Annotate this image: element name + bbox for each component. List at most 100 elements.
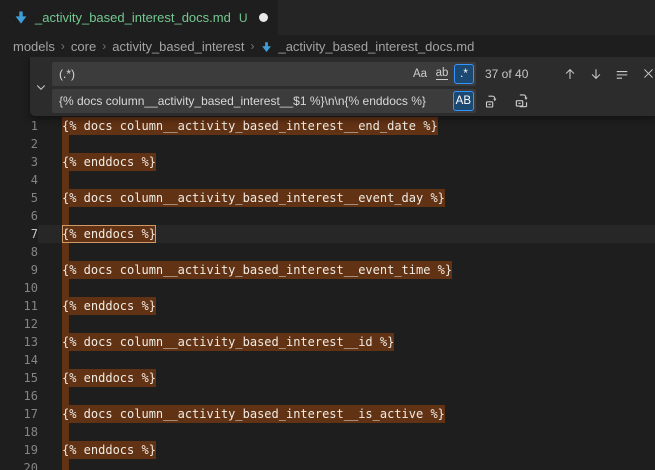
code-line[interactable]: 7 {% enddocs %}: [0, 225, 655, 243]
breadcrumb-file-label: _activity_based_interest_docs.md: [278, 39, 474, 54]
code-line[interactable]: 12: [0, 315, 655, 333]
find-in-selection-button[interactable]: [611, 63, 633, 85]
next-match-button[interactable]: [585, 63, 607, 85]
editor-pane[interactable]: 1 {% docs column__activity_based_interes…: [0, 57, 655, 470]
find-match-text: {% enddocs %}: [62, 369, 156, 387]
line-number: 20: [0, 459, 38, 470]
line-number: 14: [0, 351, 38, 369]
find-input[interactable]: (.*) Aa ab .*: [52, 62, 476, 86]
find-match-text: [62, 387, 69, 405]
replace-input-value: {% docs column__activity_based_interest_…: [59, 94, 453, 108]
line-number: 9: [0, 261, 38, 279]
arrow-up-icon: [563, 67, 577, 81]
match-case-toggle[interactable]: Aa: [410, 64, 430, 84]
find-replace-widget: (.*) Aa ab .* 37 of 40: [30, 57, 655, 116]
code-line[interactable]: 8: [0, 243, 655, 261]
find-match-text: {% docs column__activity_based_interest_…: [62, 405, 445, 423]
replace-icon: [484, 93, 500, 109]
breadcrumb-item-folder[interactable]: activity_based_interest: [112, 39, 244, 54]
find-match-text: [62, 135, 69, 153]
line-number: 8: [0, 243, 38, 261]
find-match-text: {% enddocs %}: [62, 441, 156, 459]
line-number: 16: [0, 387, 38, 405]
code-line[interactable]: 11 {% enddocs %}: [0, 297, 655, 315]
code-line[interactable]: 2: [0, 135, 655, 153]
code-line[interactable]: 6: [0, 207, 655, 225]
line-number: 1: [0, 117, 38, 135]
find-match-text: [62, 459, 69, 470]
preserve-case-toggle[interactable]: AB: [453, 91, 474, 111]
line-number: 19: [0, 441, 38, 459]
replace-input[interactable]: {% docs column__activity_based_interest_…: [52, 89, 476, 113]
code-lines: 1 {% docs column__activity_based_interes…: [0, 57, 655, 470]
whole-word-toggle[interactable]: ab: [432, 64, 452, 84]
close-find-button[interactable]: [637, 63, 655, 85]
code-line[interactable]: 5 {% docs column__activity_based_interes…: [0, 189, 655, 207]
chevron-down-icon: [35, 81, 47, 93]
chevron-right-icon: ›: [61, 39, 65, 53]
git-status-badge: U: [239, 11, 248, 25]
breadcrumb: models › core › activity_based_interest …: [0, 35, 655, 57]
code-line[interactable]: 10: [0, 279, 655, 297]
line-number: 13: [0, 333, 38, 351]
chevron-right-icon: ›: [250, 39, 254, 53]
tab-bar: _activity_based_interest_docs.md U: [0, 0, 655, 35]
line-number: 4: [0, 171, 38, 189]
find-match-text: {% enddocs %}: [62, 297, 156, 315]
code-line[interactable]: 19 {% enddocs %}: [0, 441, 655, 459]
breadcrumb-item-core[interactable]: core: [71, 39, 96, 54]
breadcrumb-item-file[interactable]: _activity_based_interest_docs.md: [260, 39, 474, 54]
find-input-value: (.*): [59, 67, 410, 81]
code-line[interactable]: 14: [0, 351, 655, 369]
breadcrumb-item-models[interactable]: models: [13, 39, 55, 54]
replace-row: {% docs column__activity_based_interest_…: [52, 88, 655, 113]
replace-button[interactable]: [481, 90, 503, 112]
find-match-text: [62, 279, 69, 297]
find-row: (.*) Aa ab .* 37 of 40: [52, 61, 655, 86]
find-match-text: [62, 423, 69, 441]
results-count: 37 of 40: [485, 67, 543, 81]
arrow-down-icon: [589, 67, 603, 81]
find-match-text: [62, 171, 69, 189]
find-match-text: {% enddocs %}: [62, 225, 156, 243]
line-number: 10: [0, 279, 38, 297]
code-line[interactable]: 9 {% docs column__activity_based_interes…: [0, 261, 655, 279]
line-number: 18: [0, 423, 38, 441]
find-match-text: {% docs column__activity_based_interest_…: [62, 189, 445, 207]
chevron-right-icon: ›: [102, 39, 106, 53]
code-line[interactable]: 13 {% docs column__activity_based_intere…: [0, 333, 655, 351]
find-match-text: {% docs column__activity_based_interest_…: [62, 333, 394, 351]
code-line[interactable]: 15 {% enddocs %}: [0, 369, 655, 387]
tab-title: _activity_based_interest_docs.md: [35, 10, 231, 25]
unsaved-dot-icon[interactable]: [259, 13, 268, 22]
code-line[interactable]: 20: [0, 459, 655, 470]
code-line[interactable]: 3 {% enddocs %}: [0, 153, 655, 171]
code-line[interactable]: 16: [0, 387, 655, 405]
file-type-icon: [13, 10, 29, 26]
previous-match-button[interactable]: [559, 63, 581, 85]
find-match-text: [62, 315, 69, 333]
code-line[interactable]: 18: [0, 423, 655, 441]
find-match-text: {% enddocs %}: [62, 153, 156, 171]
find-match-text: [62, 351, 69, 369]
close-icon: [642, 67, 655, 80]
replace-all-button[interactable]: [511, 90, 533, 112]
find-match-text: {% docs column__activity_based_interest_…: [62, 261, 452, 279]
toggle-replace-button[interactable]: [30, 57, 52, 116]
line-number: 17: [0, 405, 38, 423]
replace-all-icon: [514, 92, 531, 109]
tab-active-file[interactable]: _activity_based_interest_docs.md U: [0, 0, 278, 35]
line-number: 7: [0, 225, 38, 243]
regex-toggle[interactable]: .*: [454, 64, 474, 84]
code-line[interactable]: 1 {% docs column__activity_based_interes…: [0, 117, 655, 135]
find-match-text: [62, 207, 69, 225]
code-line[interactable]: 4: [0, 171, 655, 189]
code-line[interactable]: 17 {% docs column__activity_based_intere…: [0, 405, 655, 423]
file-type-icon: [260, 41, 273, 54]
find-match-text: {% docs column__activity_based_interest_…: [62, 117, 438, 135]
line-number: 3: [0, 153, 38, 171]
find-match-text: [62, 243, 69, 261]
line-number: 6: [0, 207, 38, 225]
line-number: 5: [0, 189, 38, 207]
line-number: 2: [0, 135, 38, 153]
